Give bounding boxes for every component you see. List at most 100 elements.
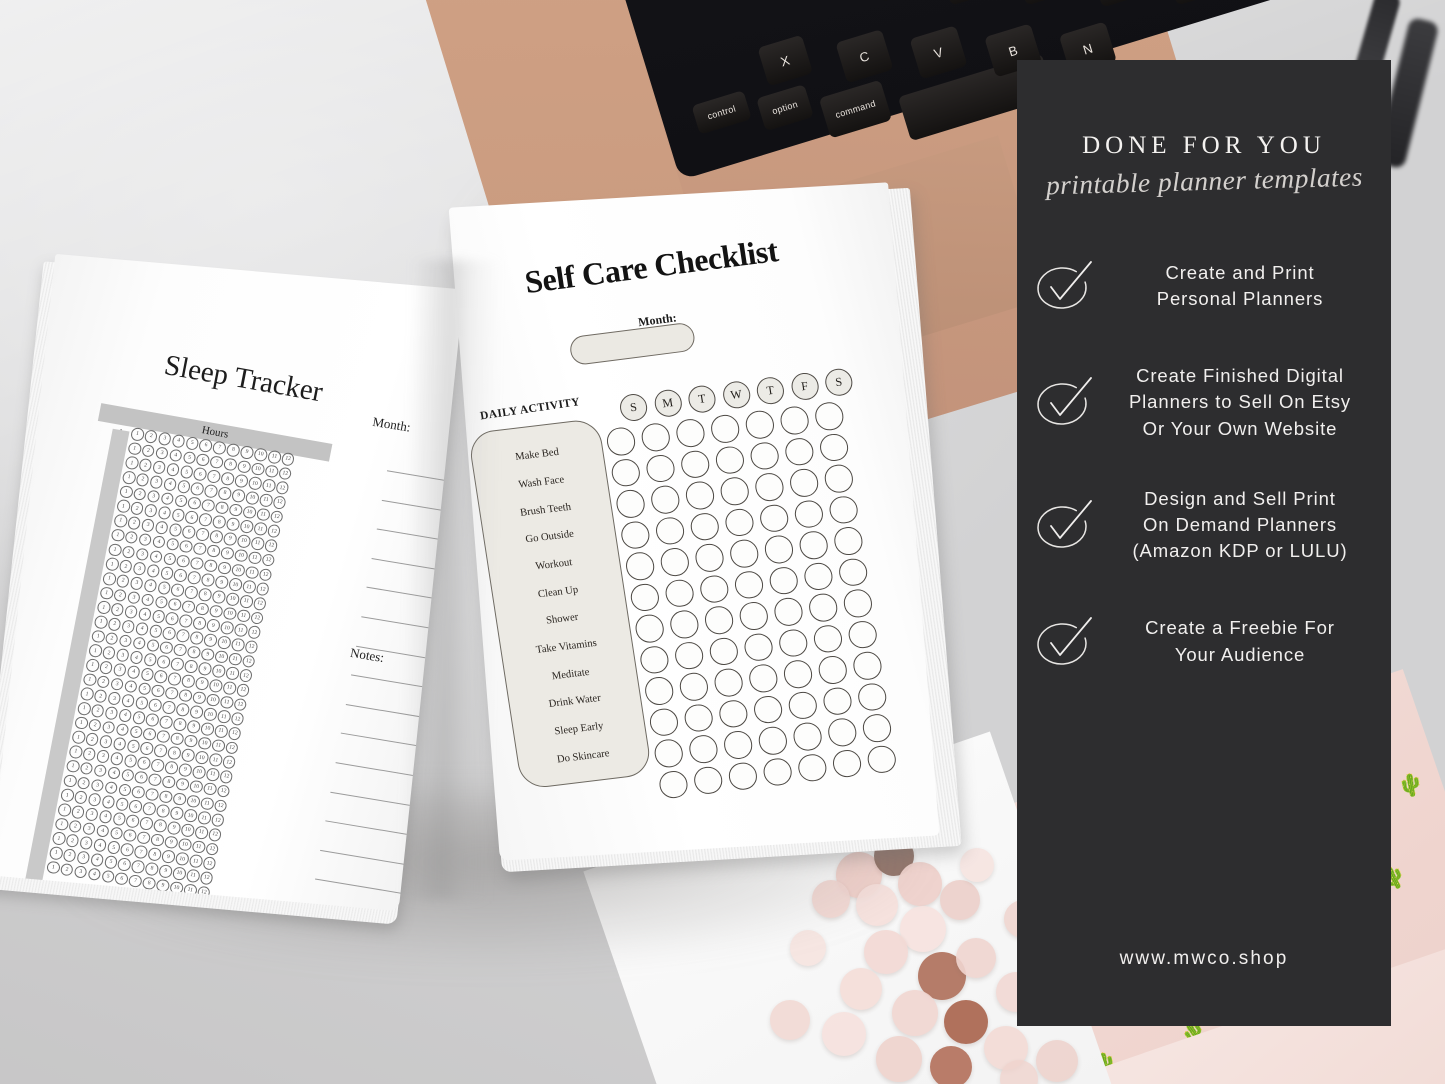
hour-circle[interactable]: 4 <box>98 809 113 824</box>
hour-circle[interactable]: 3 <box>104 705 119 721</box>
hour-circle[interactable]: 8 <box>144 861 160 877</box>
hour-circle[interactable]: 4 <box>86 866 102 882</box>
checklist-circle[interactable] <box>743 409 776 440</box>
checklist-circle[interactable] <box>609 457 642 488</box>
hour-circle[interactable]: 1 <box>93 614 109 630</box>
hour-circle[interactable]: 8 <box>220 471 236 487</box>
hour-circle[interactable]: 4 <box>137 607 153 622</box>
hour-circle[interactable]: 8 <box>183 659 199 674</box>
hour-circle[interactable]: 2 <box>62 848 78 863</box>
hour-circle[interactable]: 7 <box>186 570 202 585</box>
checklist-circle[interactable] <box>633 613 666 644</box>
hour-circle[interactable]: 2 <box>87 718 103 733</box>
hour-circle[interactable]: 8 <box>192 616 208 631</box>
hour-circle[interactable]: 3 <box>81 821 97 836</box>
hour-circle[interactable]: 7 <box>167 671 183 687</box>
hour-circle[interactable]: 11 <box>238 594 254 609</box>
hour-circle[interactable]: 4 <box>120 693 136 709</box>
hour-circle[interactable]: 7 <box>161 700 177 715</box>
hour-circle[interactable]: 3 <box>115 648 131 663</box>
hour-circle[interactable]: 12 <box>218 769 234 785</box>
hour-circle[interactable]: 1 <box>107 542 123 557</box>
hour-circle[interactable]: 12 <box>199 870 215 886</box>
checklist-circle[interactable] <box>654 515 686 546</box>
hour-circle[interactable]: 11 <box>185 868 201 883</box>
hour-circle[interactable]: 2 <box>132 487 148 502</box>
checklist-circle[interactable] <box>792 498 825 530</box>
hour-circle[interactable]: 4 <box>126 664 142 680</box>
checklist-circle[interactable] <box>816 654 849 686</box>
hour-circle[interactable]: 7 <box>142 801 157 817</box>
hour-circle[interactable]: 1 <box>127 441 143 456</box>
checklist-circle[interactable] <box>742 631 774 663</box>
hour-circle[interactable]: 6 <box>170 582 186 598</box>
checklist-circle[interactable] <box>614 488 647 519</box>
hour-circle[interactable]: 9 <box>217 560 232 576</box>
hour-circle[interactable]: 5 <box>167 522 183 538</box>
hour-circle[interactable]: 1 <box>116 499 131 514</box>
hour-circle[interactable]: 10 <box>197 736 212 751</box>
hour-circle[interactable]: 1 <box>79 686 95 702</box>
checklist-circle[interactable] <box>777 627 809 659</box>
hour-circle[interactable]: 11 <box>236 608 251 623</box>
hour-circle[interactable]: 5 <box>153 594 169 610</box>
hour-circle[interactable]: 11 <box>191 839 206 854</box>
self-care-month-input[interactable] <box>568 321 697 367</box>
hour-circle[interactable]: 12 <box>266 524 282 539</box>
hour-circle[interactable]: 3 <box>95 749 111 764</box>
checklist-circle[interactable] <box>772 596 804 627</box>
hour-circle[interactable]: 9 <box>231 488 246 503</box>
hour-circle[interactable]: 6 <box>195 452 211 468</box>
hour-circle[interactable]: 12 <box>241 654 257 669</box>
checklist-circle[interactable] <box>826 716 858 748</box>
hour-circle[interactable]: 3 <box>137 532 153 548</box>
hour-circle[interactable]: 6 <box>133 770 149 785</box>
hour-circle[interactable]: 9 <box>197 661 213 677</box>
hour-circle[interactable]: 8 <box>217 486 233 501</box>
hour-circle[interactable]: 4 <box>131 635 147 651</box>
hour-circle[interactable]: 10 <box>205 692 221 708</box>
hour-circle[interactable]: 1 <box>68 744 84 760</box>
hour-circle[interactable]: 3 <box>118 633 133 649</box>
hour-circle[interactable]: 1 <box>65 759 81 774</box>
hour-circle[interactable]: 5 <box>117 782 133 798</box>
checklist-circle[interactable] <box>628 581 661 613</box>
hour-circle[interactable]: 2 <box>98 660 114 675</box>
hour-circle[interactable]: 10 <box>250 461 266 477</box>
hour-circle[interactable]: 8 <box>155 803 171 819</box>
hour-circle[interactable]: 12 <box>210 812 226 828</box>
hour-circle[interactable]: 11 <box>199 796 215 811</box>
hour-circle[interactable]: 5 <box>159 566 175 581</box>
checklist-circle[interactable] <box>624 550 656 582</box>
hour-circle[interactable]: 2 <box>96 674 111 690</box>
checklist-circle[interactable] <box>657 769 689 800</box>
checklist-circle[interactable] <box>688 511 721 542</box>
hour-circle[interactable]: 1 <box>96 600 112 615</box>
hour-circle[interactable]: 12 <box>252 596 268 611</box>
checklist-circle[interactable] <box>683 480 716 511</box>
hour-circle[interactable]: 2 <box>67 819 83 834</box>
hour-circle[interactable]: 7 <box>136 830 152 845</box>
hour-circle[interactable]: 10 <box>202 707 218 722</box>
hour-circle[interactable]: 10 <box>208 678 224 693</box>
hour-circle[interactable]: 5 <box>134 695 150 711</box>
hour-circle[interactable]: 1 <box>59 787 75 803</box>
hour-circle[interactable]: 8 <box>223 457 238 472</box>
hour-circle[interactable]: 3 <box>90 778 105 793</box>
checklist-circle[interactable] <box>712 667 745 698</box>
checklist-circle[interactable] <box>753 471 785 503</box>
checklist-circle[interactable] <box>723 506 755 538</box>
hour-circle[interactable]: 5 <box>173 493 189 509</box>
checklist-circle[interactable] <box>752 694 784 725</box>
hour-circle[interactable]: 5 <box>151 609 166 624</box>
checklist-circle[interactable] <box>786 689 819 721</box>
hour-circle[interactable]: 6 <box>136 756 152 771</box>
checklist-circle[interactable] <box>860 712 893 744</box>
hour-circle[interactable]: 6 <box>139 741 155 757</box>
hour-circle[interactable]: 8 <box>180 673 196 689</box>
checklist-circle[interactable] <box>718 475 751 507</box>
checklist-circle[interactable] <box>639 421 672 453</box>
hour-circle[interactable]: 2 <box>101 645 117 661</box>
hour-circle[interactable]: 2 <box>79 761 95 776</box>
hour-circle[interactable]: 9 <box>172 791 188 807</box>
